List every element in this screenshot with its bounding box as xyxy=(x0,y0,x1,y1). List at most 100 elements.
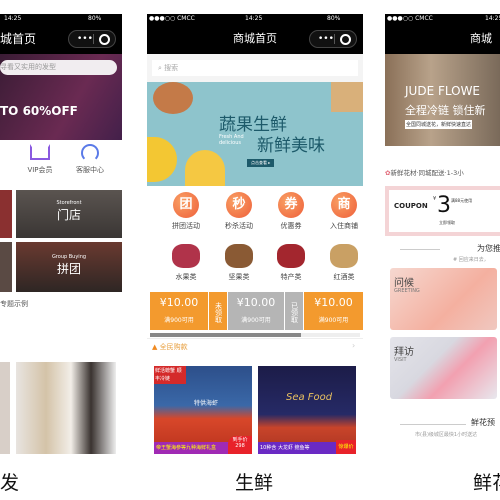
currency: ¥ xyxy=(433,196,437,202)
time: 14:25 xyxy=(485,15,500,22)
left-phone: 14:25 80% 城首页 ••• 寻看又实用的发型 TO 60%OFF VIP… xyxy=(0,14,122,454)
vip-label: VIP会员 xyxy=(27,166,53,174)
close-circle-icon[interactable] xyxy=(340,34,351,45)
action-label: 拼团活动 xyxy=(172,222,200,230)
product-card[interactable]: 鲜活螃蟹 顺丰冷链 特供海虾 帝王蟹海参等九种海鲜礼盒 到手价 298 xyxy=(154,366,252,454)
category-0[interactable]: 水果类 xyxy=(161,244,211,282)
section-header[interactable]: ▲ 全民购款 xyxy=(152,342,188,352)
headset-icon xyxy=(81,144,99,162)
fire-icon: ▲ xyxy=(152,343,160,351)
search-input[interactable]: ⌕ 搜索 xyxy=(152,60,358,76)
more-icon[interactable]: ••• xyxy=(318,31,334,47)
card-greeting[interactable]: 问候 GREETING xyxy=(390,268,497,330)
recommend-sub: # 回应来日去， xyxy=(453,257,489,263)
box-text: Sea Food xyxy=(286,392,333,403)
caption-hair: 发 xyxy=(0,472,20,494)
preorder-sub: 市(县)级城区最快1小时送达 xyxy=(415,432,478,438)
section-label: 专题示例 xyxy=(0,300,28,308)
status-bar: 14:25 80% xyxy=(0,14,122,24)
horizontal-scrollbar[interactable] xyxy=(150,333,360,337)
tile-zh: 门店 xyxy=(56,208,81,222)
card-title: 问候 xyxy=(394,278,414,289)
banner-note: 全国同城送花，新鲜快速直达 xyxy=(405,120,473,129)
action-2[interactable]: 券优惠券 xyxy=(266,192,316,231)
search-placeholder: 搜索 xyxy=(164,64,179,72)
nav-bar: 商城首 xyxy=(385,24,500,75)
category-image xyxy=(172,244,200,268)
nav-bar: 城首页 ••• xyxy=(0,24,122,54)
banner-text: TO 60%OFF xyxy=(0,104,78,118)
coupon-desc: 满88元使用 xyxy=(451,198,473,203)
card-subtitle: VISIT xyxy=(394,357,407,363)
card-title: 拜访 xyxy=(394,347,414,358)
carrier: ●●●○○ CMCC xyxy=(149,15,195,22)
category-1[interactable]: 坚果类 xyxy=(214,244,264,282)
coupon-condition: 满900可用 xyxy=(241,317,271,324)
category-image xyxy=(330,244,358,268)
coupon[interactable]: ¥10.00 满900可用 xyxy=(150,292,208,330)
capsule-menu[interactable]: ••• xyxy=(309,30,357,48)
capsule-menu[interactable]: ••• xyxy=(68,30,116,48)
close-circle-icon[interactable] xyxy=(99,34,110,45)
banner-en: Fresh And delicious xyxy=(219,134,244,146)
category-label: 水果类 xyxy=(175,273,197,281)
coupon[interactable]: ¥10.00 满900可用 xyxy=(228,292,284,330)
banner[interactable]: JUDE FLOWE 全程冷链 锁住新 全国同城送花，新鲜快速直达 xyxy=(385,54,500,146)
section-title: 全民购款 xyxy=(159,343,188,351)
action-icon: 商 xyxy=(331,192,357,218)
coupon-amount: ¥10.00 xyxy=(314,296,353,309)
banner-button[interactable]: 点击查看 ▸ xyxy=(247,159,275,167)
tagline-text: 新鲜花材·同城配送·1-3小 xyxy=(390,169,464,177)
coupon-status[interactable]: 已领取 xyxy=(285,292,303,330)
middle-phone: ●●●○○ CMCC 14:25 80% 商城首页 ••• ⌕ 搜索 蔬果生鲜 … xyxy=(147,14,363,454)
carrier: ●●●○○ CMCC xyxy=(387,15,433,22)
category-image xyxy=(225,244,253,268)
category-label: 红酒类 xyxy=(333,273,355,281)
banner[interactable]: 寻看又实用的发型 TO 60%OFF xyxy=(0,54,122,140)
preorder-title: 鲜花预 xyxy=(471,418,495,427)
search-input[interactable]: 寻看又实用的发型 xyxy=(0,60,117,75)
coupon-card[interactable]: COUPON ¥ 3 满88元使用 立即领取 xyxy=(385,186,500,236)
action-icon: 券 xyxy=(278,192,304,218)
coupon[interactable]: ¥10.00 满900可用 xyxy=(304,292,363,330)
coupon-status[interactable]: 未领取 xyxy=(209,292,227,330)
coupon-amount: ¥10.00 xyxy=(236,296,276,309)
coupon-strip[interactable]: ¥10.00 满900可用 未领取 ¥10.00 满900可用 已领取 ¥10.00… xyxy=(150,292,363,330)
banner-subtitle: 全程冷链 锁住新 xyxy=(405,104,486,117)
vip-entry[interactable]: VIP会员 xyxy=(20,144,60,175)
action-label: 优惠券 xyxy=(280,222,302,230)
action-0[interactable]: 团拼团活动 xyxy=(161,192,211,231)
service-entry[interactable]: 客服中心 xyxy=(70,144,110,175)
action-label: 秒杀活动 xyxy=(225,222,253,230)
box-text: 特供海虾 xyxy=(194,400,219,407)
tile-storefront[interactable]: Storefront 门店 xyxy=(16,190,122,238)
tagline: ✿新鲜花材·同城配送·1-3小 xyxy=(385,167,464,177)
caption-flowers: 鲜花 xyxy=(473,472,500,494)
category-label: 特产类 xyxy=(280,273,302,281)
card-visit[interactable]: 拜访 VISIT xyxy=(390,337,497,399)
banner[interactable]: 蔬果生鲜 Fresh And delicious 新鲜美味 点击查看 ▸ xyxy=(147,82,363,186)
search-placeholder: 寻看又实用的发型 xyxy=(0,63,56,71)
category-3[interactable]: 红酒类 xyxy=(319,244,363,282)
chevron-right-icon[interactable]: › xyxy=(352,341,355,350)
coupon-amount: 3 xyxy=(437,193,451,218)
category-image xyxy=(277,244,305,268)
category-2[interactable]: 特产类 xyxy=(266,244,316,282)
tile-zh: 拼团 xyxy=(56,262,81,276)
product-card[interactable]: Sea Food 10种含 大龙虾 鲍鱼等 惊爆价 xyxy=(258,366,356,454)
tile-group-buying[interactable]: Group Buying 拼团 xyxy=(16,242,122,292)
battery: 80% xyxy=(327,15,341,22)
product-badge: 鲜活螃蟹 顺丰冷链 xyxy=(154,366,186,384)
battery: 80% xyxy=(88,15,102,22)
banner-line2: 新鲜美味 xyxy=(257,136,325,156)
coupon-button[interactable]: 立即领取 xyxy=(439,220,455,226)
nav-bar: 商城首页 ••• xyxy=(147,24,363,54)
status-bar: ●●●○○ CMCC 14:25 xyxy=(385,14,500,24)
more-icon[interactable]: ••• xyxy=(77,31,93,47)
hairdresser-photo[interactable] xyxy=(16,362,116,454)
recommend-title: 为您推 xyxy=(477,244,500,253)
banner-title: JUDE FLOWE xyxy=(405,84,481,98)
action-3[interactable]: 商入住商铺 xyxy=(319,192,363,231)
action-1[interactable]: 秒秒杀活动 xyxy=(214,192,264,231)
card-subtitle: GREETING xyxy=(394,288,420,294)
